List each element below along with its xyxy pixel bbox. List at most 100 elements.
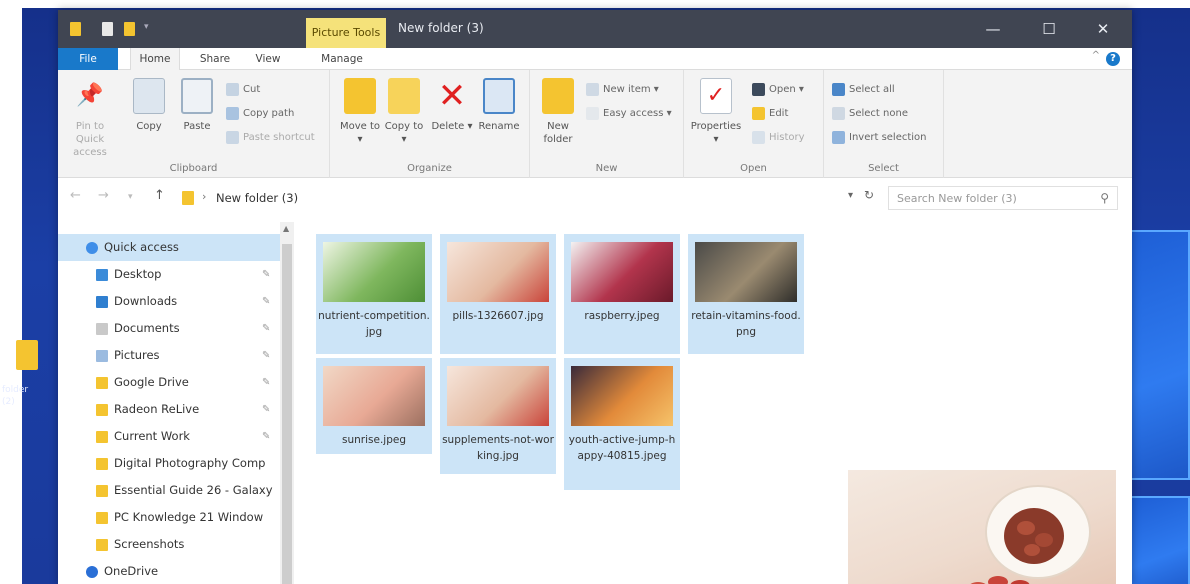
open-group: ✓ Properties ▾ Open ▾ Edit History Open [684,70,824,178]
breadcrumb-current-folder[interactable]: New folder (3) [216,191,298,205]
help-icon[interactable]: ? [1106,52,1120,66]
nav-scrollbar[interactable]: ▲ [280,222,294,584]
file-item[interactable]: supplements-not-working.jpg [440,358,556,474]
new-item-button[interactable]: New item ▾ [586,80,659,100]
address-field[interactable]: › New folder (3) [180,186,860,210]
folder-icon[interactable] [70,22,81,36]
delete-button[interactable]: ✕ Delete ▾ [430,78,474,133]
pin-icon[interactable]: ✎ [262,369,270,396]
address-bar: ← → ▾ ↑ › New folder (3) ▾ ↻ Search New … [58,184,1132,212]
folder-icon [96,485,108,497]
new-folder-button[interactable]: New folder [536,78,580,146]
scissors-icon [226,82,239,96]
select-none-icon [832,106,845,120]
nav-item-radeon-relive[interactable]: Radeon ReLive ✎ [58,396,280,423]
refresh-icon[interactable]: ↻ [864,188,874,202]
search-input[interactable]: Search New folder (3) ⚲ [888,186,1118,210]
image-thumbnail [447,242,549,302]
pin-icon[interactable]: ✎ [262,396,270,423]
properties-icon[interactable] [102,22,113,36]
recent-locations-icon[interactable]: ▾ [128,192,133,202]
properties-button[interactable]: ✓ Properties ▾ [690,78,742,146]
forward-arrow-icon[interactable]: → [98,188,109,203]
nav-item-downloads[interactable]: Downloads ✎ [58,288,280,315]
tab-file[interactable]: File [58,48,118,70]
scroll-up-icon[interactable]: ▲ [283,224,289,233]
invert-selection-button[interactable]: Invert selection [832,128,927,148]
nav-item-quick-access[interactable]: Quick access [58,234,280,261]
tab-home[interactable]: Home [130,48,180,70]
properties-checkmark-icon: ✓ [700,78,732,114]
nav-item-desktop[interactable]: Desktop ✎ [58,261,280,288]
image-thumbnail [323,366,425,426]
nav-item-documents[interactable]: Documents ✎ [58,315,280,342]
file-item[interactable]: youth-active-jump-happy-40815.jpeg [564,358,680,490]
pin-icon[interactable]: ✎ [262,342,270,369]
select-none-button[interactable]: Select none [832,104,908,124]
image-thumbnail [323,242,425,302]
file-item[interactable]: pills-1326607.jpg [440,234,556,354]
address-dropdown-icon[interactable]: ▾ [848,190,853,201]
open-button[interactable]: Open ▾ [752,80,804,100]
group-label: Clipboard [169,163,218,174]
new-folder-icon [542,78,574,114]
nav-item-onedrive[interactable]: OneDrive [58,558,280,584]
image-thumbnail [571,366,673,426]
tab-manage[interactable]: Manage [310,48,374,70]
nav-item-pc-knowledge[interactable]: PC Knowledge 21 Window [58,504,280,531]
nav-item-digital-photography[interactable]: Digital Photography Comp [58,450,280,477]
title-bar[interactable]: ▾ Picture Tools New folder (3) — ☐ ✕ [58,10,1132,48]
screen: folder (2) ▾ Picture Tools New folder (3… [0,0,1190,584]
cut-button[interactable]: Cut [226,80,260,100]
copy-path-button[interactable]: Copy path [226,104,294,124]
folder-icon [96,458,108,470]
google-drive-icon [96,377,108,389]
chevron-right-icon[interactable]: › [202,190,206,203]
nav-item-google-drive[interactable]: Google Drive ✎ [58,369,280,396]
edit-icon [752,106,765,120]
file-item[interactable]: retain-vitamins-food.png [688,234,804,354]
nav-item-current-work[interactable]: Current Work ✎ [58,423,280,450]
paste-button[interactable]: Paste [176,78,218,133]
desktop-folder-icon[interactable]: folder (2) [2,340,40,408]
move-to-button[interactable]: Move to ▾ [338,78,382,146]
file-item[interactable]: sunrise.jpeg [316,358,432,454]
pin-icon[interactable]: ✎ [262,423,270,450]
ribbon-collapse-icon[interactable]: ^ [1092,50,1100,61]
nav-item-essential-guide[interactable]: Essential Guide 26 - Galaxy [58,477,280,504]
copy-button[interactable]: Copy [128,78,170,133]
maximize-button[interactable]: ☐ [1034,18,1064,40]
nav-item-screenshots[interactable]: Screenshots [58,531,280,558]
new-folder-icon[interactable] [124,22,135,36]
desktop-icon [96,269,108,281]
pin-icon[interactable]: ✎ [262,315,270,342]
rename-button[interactable]: Rename [474,78,524,133]
select-all-button[interactable]: Select all [832,80,895,100]
copy-path-icon [226,106,239,120]
pin-icon[interactable]: ✎ [262,261,270,288]
tab-view[interactable]: View [246,48,290,70]
pin-icon[interactable]: ✎ [262,288,270,315]
scroll-thumb[interactable] [282,244,292,584]
edit-button[interactable]: Edit [752,104,788,124]
close-button[interactable]: ✕ [1088,18,1118,40]
wallpaper-pane [1130,496,1190,584]
nav-item-pictures[interactable]: Pictures ✎ [58,342,280,369]
chevron-down-icon[interactable]: ▾ [144,22,149,32]
desktop-icon-label: folder (2) [2,385,29,407]
easy-access-button[interactable]: Easy access ▾ [586,104,672,124]
copy-to-button[interactable]: Copy to ▾ [382,78,426,146]
group-label: New [595,163,618,174]
file-item[interactable]: raspberry.jpeg [564,234,680,354]
pin-to-quick-access-button[interactable]: 📌 Pin to Quick access [62,78,118,159]
file-item[interactable]: nutrient-competition.jpg [316,234,432,354]
file-name: raspberry.jpeg [584,310,660,322]
history-button[interactable]: History [752,128,805,148]
back-arrow-icon[interactable]: ← [70,188,81,203]
paste-shortcut-button[interactable]: Paste shortcut [226,128,315,148]
tab-share[interactable]: Share [190,48,240,70]
minimize-button[interactable]: — [978,18,1008,40]
preview-image [848,470,1116,584]
up-arrow-icon[interactable]: ↑ [154,188,165,203]
history-icon [752,130,765,144]
